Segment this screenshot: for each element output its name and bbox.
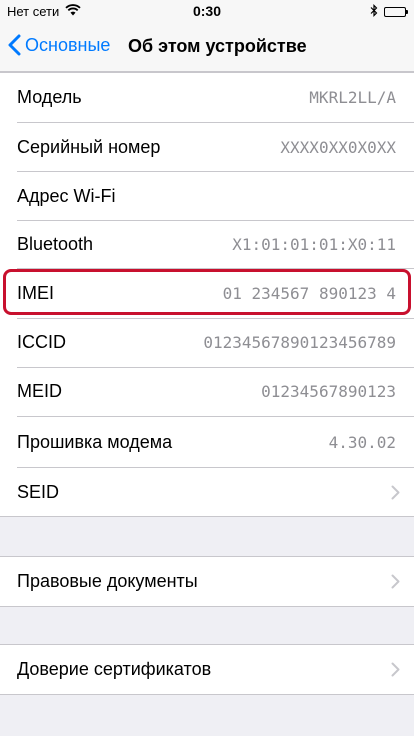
chevron-left-icon [8, 34, 21, 56]
row-value: 01234567890123456789 [203, 333, 396, 352]
row-label: Серийный номер [17, 137, 161, 157]
info-row-model: Модель MKRL2LL/A [0, 73, 414, 122]
chevron-right-icon [391, 485, 400, 500]
row-label: Модель [17, 87, 82, 107]
row-value: X1:01:01:01:X0:11 [232, 235, 396, 254]
info-row-wifi: Адрес Wi-Fi [0, 172, 414, 221]
legal-group: Правовые документы [0, 556, 414, 607]
legal-documents-row[interactable]: Правовые документы [0, 557, 414, 606]
device-info-group: Модель MKRL2LL/A Серийный номер XXXX0XX0… [0, 72, 414, 517]
info-row-modem-firmware: Прошивка модема 4.30.02 [0, 418, 414, 467]
chevron-right-icon [391, 662, 400, 677]
bluetooth-icon [370, 4, 378, 20]
row-label: Адрес Wi-Fi [17, 186, 116, 206]
row-value: 01234567890123 [261, 382, 396, 401]
status-time: 0:30 [192, 3, 222, 19]
trust-group: Доверие сертификатов [0, 644, 414, 695]
info-row-bluetooth: Bluetooth X1:01:01:01:X0:11 [0, 220, 414, 269]
row-label: Доверие сертификатов [17, 659, 212, 679]
row-label: Bluetooth [17, 234, 94, 254]
row-value: 01 234567 890123 4 [222, 284, 396, 303]
page-title: Об этом устройстве [128, 36, 307, 56]
row-label: Правовые документы [17, 571, 198, 591]
chevron-right-icon [391, 574, 400, 589]
info-row-seid[interactable]: SEID [0, 468, 414, 517]
row-label: Прошивка модема [17, 432, 173, 452]
navigation-bar: Основные Об этом устройстве [0, 22, 414, 72]
info-row-serial: Серийный номер XXXX0XX0X0XX [0, 123, 414, 172]
row-label: ICCID [17, 332, 66, 352]
info-row-iccid: ICCID 01234567890123456789 [0, 318, 414, 367]
row-divider [17, 416, 414, 417]
info-row-meid: MEID 01234567890123 [0, 367, 414, 416]
row-label: IMEI [17, 283, 55, 303]
row-value: XXXX0XX0X0XX [280, 138, 396, 157]
back-button-label: Основные [25, 34, 111, 55]
back-button[interactable]: Основные [8, 34, 110, 56]
battery-icon [384, 7, 408, 17]
row-label: MEID [17, 381, 62, 401]
row-value: 4.30.02 [328, 433, 396, 452]
info-row-imei: IMEI 01 234567 890123 4 [0, 269, 414, 318]
status-right [370, 4, 408, 20]
certificate-trust-row[interactable]: Доверие сертификатов [0, 645, 414, 694]
row-label: SEID [17, 482, 60, 502]
row-value: MKRL2LL/A [309, 88, 396, 107]
status-bar: Нет сети 0:30 [0, 0, 414, 22]
